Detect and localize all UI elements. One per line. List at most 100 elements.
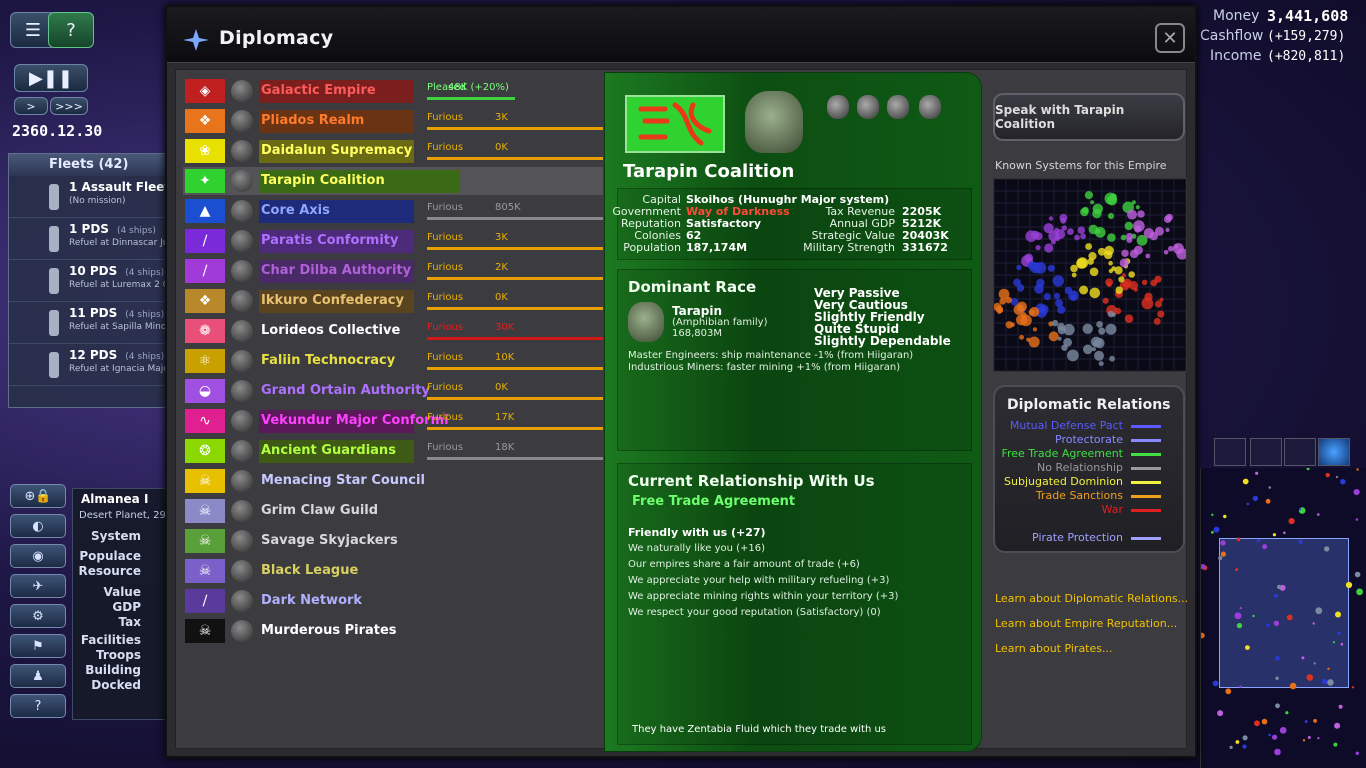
star-system-dot: [1088, 252, 1097, 261]
empire-name: Savage Skyjackers: [261, 533, 398, 548]
empire-row[interactable]: ☠ Grim Claw Guild: [183, 497, 603, 525]
empire-row[interactable]: ▲ Core Axis Furious 805K: [183, 197, 603, 225]
minimap-star: [1315, 607, 1323, 615]
close-button[interactable]: ✕: [1155, 23, 1185, 53]
minimap-star: [1321, 678, 1328, 685]
star-system-dot: [1133, 245, 1143, 255]
star-system-dot: [1168, 245, 1174, 252]
relation-type-label: Pirate Protection: [1032, 531, 1123, 544]
known-systems-map[interactable]: [993, 178, 1187, 372]
relation-status: Furious: [427, 202, 464, 213]
relation-value: 3K: [495, 112, 508, 123]
minimap-star: [1220, 540, 1226, 546]
star-system-dot: [1111, 266, 1117, 271]
empire-row[interactable]: ✦ Tarapin Coalition: [183, 167, 603, 195]
empire-row[interactable]: ❖ Ikkuro Confederacy Furious 0K: [183, 287, 603, 315]
relation-type-label: War: [1101, 503, 1123, 516]
empire-flag-icon: ⚛: [185, 349, 225, 373]
race-family: (Amphibian family): [672, 317, 768, 328]
speed-slow-button[interactable]: >: [14, 97, 48, 115]
relation-type-label: No Relationship: [1037, 461, 1123, 474]
empire-row[interactable]: ∕ Char Dilba Authority Furious 2K: [183, 257, 603, 285]
learn-link[interactable]: Learn about Empire Reputation...: [995, 617, 1177, 630]
planet-view-icon[interactable]: ◐: [10, 514, 66, 538]
relation-bar: [427, 217, 603, 220]
star-system-dot: [1096, 321, 1103, 328]
empire-leader-avatar: [231, 260, 253, 282]
galaxy-minimap[interactable]: [1200, 468, 1366, 768]
empire-row[interactable]: ❀ Daidalun Supremacy Furious 0K: [183, 137, 603, 165]
empire-flag-icon: ∕: [185, 259, 225, 283]
minimap-star: [1298, 539, 1303, 544]
relationship-reason: We appreciate your help with military re…: [628, 575, 890, 586]
question-icon[interactable]: ?: [10, 694, 66, 718]
ship-icon[interactable]: ✈: [10, 574, 66, 598]
ship-icon: [49, 310, 59, 336]
nebula-icon[interactable]: [1284, 438, 1316, 466]
game-date: 2360.12.30: [12, 122, 103, 140]
empire-row[interactable]: ☠ Savage Skyjackers: [183, 527, 603, 555]
cashflow-value: (+159,279): [1267, 29, 1346, 44]
learn-link[interactable]: Learn about Diplomatic Relations...: [995, 592, 1188, 605]
flag-icon[interactable]: ⚑: [10, 634, 66, 658]
info-label: Population: [623, 241, 681, 254]
minimap-star: [1313, 662, 1316, 665]
minimap-star: [1356, 468, 1359, 471]
fleet-row[interactable]: 1 PDS (4 ships) Refuel at Dinnascar Ju: [9, 218, 169, 260]
empire-row[interactable]: ∕ Dark Network: [183, 587, 603, 615]
fleet-name: 11 PDS (4 ships): [69, 306, 167, 320]
speak-with-empire-button[interactable]: Speak with Tarapin Coalition: [993, 93, 1185, 141]
minimap-star: [1261, 718, 1268, 725]
diplomatic-relations-legend: Diplomatic Relations Mutual Defense Pact…: [993, 385, 1185, 553]
money-value: 3,441,608: [1267, 7, 1349, 25]
fleets-header[interactable]: Fleets (42): [9, 154, 167, 176]
fleet-row[interactable]: 11 PDS (4 ships) Refuel at Sapilla Minor: [9, 302, 170, 344]
empire-name: Tarapin Coalition: [623, 161, 795, 182]
empire-row[interactable]: ❂ Ancient Guardians Furious 18K: [183, 437, 603, 465]
learn-link[interactable]: Learn about Pirates...: [995, 642, 1113, 655]
empire-info-box: Capital Skoihos (Hunughr Major system) Gov…: [612, 188, 972, 260]
planet-stat-label: Tax: [118, 615, 141, 629]
star-system-dot: [1077, 226, 1086, 234]
minimap-star: [1236, 622, 1243, 629]
lamp-icon[interactable]: [1250, 438, 1282, 466]
empire-leader-avatar: [231, 350, 253, 372]
minimap-star: [1211, 513, 1214, 516]
galaxy-view-icon[interactable]: [1214, 438, 1246, 466]
speed-fast-button[interactable]: >>>: [50, 97, 88, 115]
relation-color-swatch: [1131, 481, 1161, 484]
gear-icon[interactable]: ⚙: [10, 604, 66, 628]
empire-row[interactable]: ∿ Vekundur Major Conformi Furious 17K: [183, 407, 603, 435]
target-lock-icon[interactable]: ⊕🔒: [10, 484, 66, 508]
empire-row[interactable]: ◈ Galactic Empire Pleased 48K (+20%): [183, 77, 603, 105]
empire-name: Ikkuro Confederacy: [261, 293, 404, 308]
empire-row[interactable]: ❁ Lorideos Collective Furious 30K: [183, 317, 603, 345]
play-pause-button[interactable]: ▶❚❚: [14, 64, 88, 92]
planet-stat-label: Resource: [78, 564, 141, 578]
relation-bar: [427, 457, 603, 460]
troops-icon[interactable]: ♟: [10, 664, 66, 688]
world-icon[interactable]: [1318, 438, 1350, 466]
dominant-race-box: Dominant Race Tarapin (Amphibian family)…: [617, 269, 972, 451]
dominant-race-title: Dominant Race: [628, 278, 757, 296]
empire-row[interactable]: ☠ Menacing Star Council: [183, 467, 603, 495]
help-button[interactable]: ?: [48, 12, 94, 48]
minimap-star: [1242, 744, 1247, 749]
relation-status: Furious: [427, 442, 464, 453]
fleet-row[interactable]: 12 PDS (4 ships) Refuel at Ignacia Major: [9, 344, 172, 386]
empire-row[interactable]: ⚛ Faliin Technocracy Furious 10K: [183, 347, 603, 375]
empire-row[interactable]: ◒ Grand Ortain Authority Furious 0K: [183, 377, 603, 405]
minimap-star: [1279, 727, 1287, 734]
star-system-dot: [1055, 299, 1063, 308]
race-population: 168,803M: [672, 328, 722, 339]
fleet-row[interactable]: 10 PDS (4 ships) Refuel at Luremax 2 Ga: [9, 260, 175, 302]
empire-row[interactable]: ∕ Paratis Conformity Furious 3K: [183, 227, 603, 255]
eye-icon[interactable]: ◉: [10, 544, 66, 568]
empire-row[interactable]: ☠ Black League: [183, 557, 603, 585]
fleet-row[interactable]: 1 Assault Fleet (No mission): [9, 176, 170, 218]
empire-row[interactable]: ☠ Murderous Pirates: [183, 617, 603, 645]
star-system-dot: [1098, 327, 1106, 335]
empire-row[interactable]: ❖ Pliados Realm Furious 3K: [183, 107, 603, 135]
star-system-dot: [1129, 281, 1138, 290]
relation-status: Furious: [427, 352, 464, 363]
